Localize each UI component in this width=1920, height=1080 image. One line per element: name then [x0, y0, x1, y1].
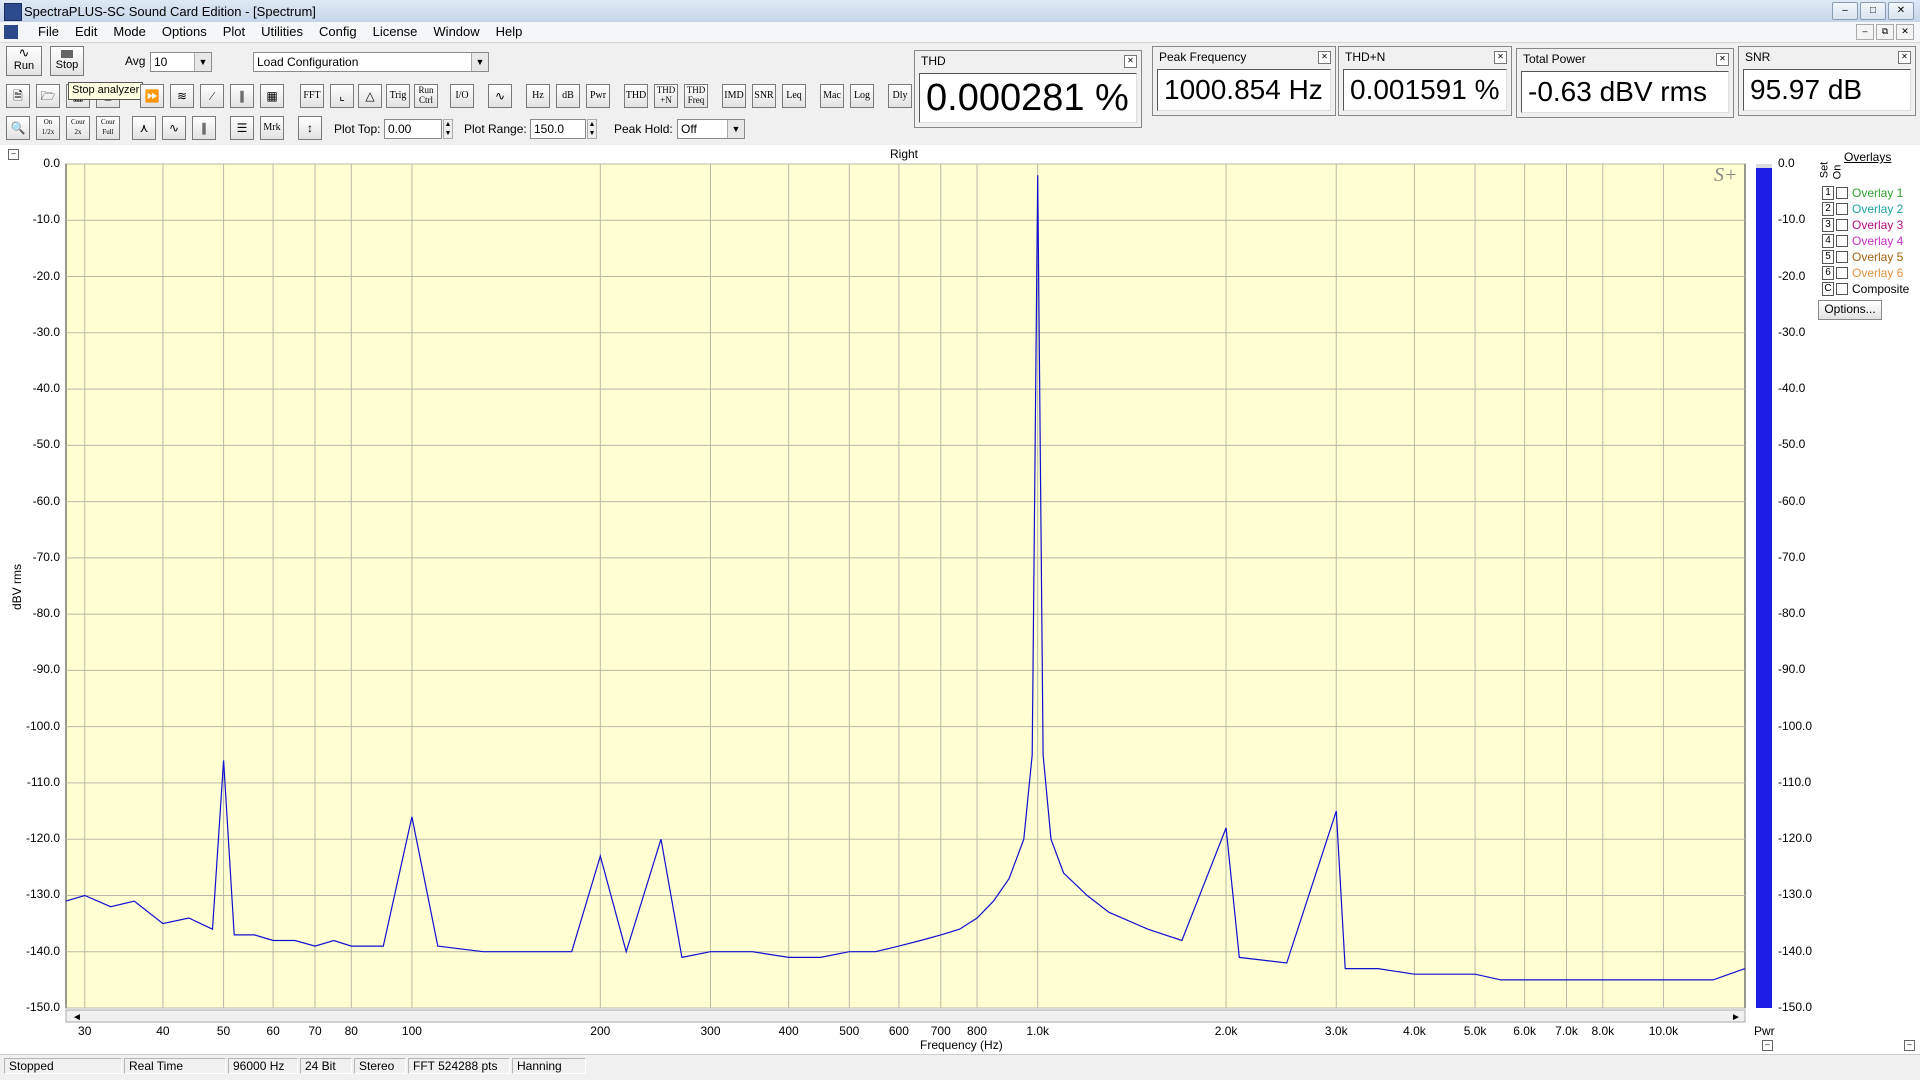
status-mode: Real Time	[124, 1058, 226, 1074]
x-tick-label: 6.0k	[1513, 1024, 1536, 1038]
overlay-checkbox[interactable]	[1836, 283, 1848, 295]
plot-area	[65, 163, 1746, 1009]
x-tick-label: 500	[839, 1024, 860, 1038]
overlay-checkbox[interactable]	[1836, 251, 1848, 263]
x-tick-label: 3.0k	[1324, 1024, 1348, 1038]
y-tick-label-right: -70.0	[1778, 549, 1806, 564]
x-tick-label: 600	[888, 1024, 909, 1038]
y-tick-label: -50.0	[32, 437, 60, 452]
y-tick-label-right: -130.0	[1778, 887, 1813, 902]
overlays-set-header: Set	[1818, 161, 1831, 179]
y-tick-label: -110.0	[26, 774, 60, 789]
scroll-right-icon: ►	[1731, 1012, 1741, 1023]
overlay-set-button[interactable]: 5	[1822, 250, 1834, 264]
y-tick-label-right: -90.0	[1778, 662, 1806, 677]
y-tick-label-right: -10.0	[1778, 212, 1806, 227]
scroll-left-icon: ◄	[72, 1012, 82, 1023]
x-tick-label: 4.0k	[1403, 1024, 1426, 1038]
y-tick-label-right: -50.0	[1778, 437, 1806, 452]
overlays-title: Overlays	[1844, 150, 1892, 164]
y-tick-label-right: -80.0	[1778, 606, 1806, 621]
y-tick-label: -10.0	[32, 212, 60, 227]
y-tick-label: -90.0	[32, 662, 60, 677]
overlay-set-button[interactable]: 1	[1822, 186, 1834, 200]
overlay-set-button[interactable]: 4	[1822, 234, 1834, 248]
power-bar-label: Pwr	[1754, 1024, 1775, 1038]
x-tick-label: 7.0k	[1555, 1024, 1578, 1038]
x-tick-label: 200	[590, 1024, 611, 1038]
y-tick-label: -140.0	[25, 943, 60, 958]
status-bit-depth: 24 Bit	[300, 1058, 352, 1074]
y-tick-label-right: -60.0	[1778, 493, 1806, 508]
overlay-set-button[interactable]: 3	[1822, 218, 1834, 232]
y-tick-label: -80.0	[32, 606, 60, 621]
status-fft-size: FFT 524288 pts	[408, 1058, 510, 1074]
y-tick-label: -100.0	[25, 718, 60, 733]
y-tick-label: -150.0	[25, 1000, 60, 1014]
y-tick-label: -120.0	[25, 831, 60, 846]
overlay-set-button[interactable]: C	[1822, 282, 1834, 296]
overlay-checkbox[interactable]	[1836, 267, 1848, 279]
power-bar-track	[1756, 164, 1772, 1008]
y-tick-label-right: -120.0	[1778, 831, 1813, 846]
y-tick-label-right: -40.0	[1778, 381, 1806, 396]
y-tick-label-right: 0.0	[1778, 156, 1795, 170]
status-run-state: Stopped	[4, 1058, 122, 1074]
overlay-checkbox[interactable]	[1836, 235, 1848, 247]
x-tick-label: 400	[778, 1024, 799, 1038]
y-tick-label: -130.0	[25, 887, 60, 902]
overlay-checkbox[interactable]	[1836, 203, 1848, 215]
y-tick-label-right: -30.0	[1778, 324, 1806, 339]
x-tick-label: 40	[156, 1024, 170, 1038]
overlays-on-header: On	[1831, 164, 1844, 180]
status-bar: Stopped Real Time 96000 Hz 24 Bit Stereo…	[0, 1054, 1920, 1077]
y-tick-label-right: -150.0	[1778, 1000, 1813, 1014]
collapse-icon[interactable]: –	[1762, 1040, 1773, 1051]
x-tick-label: 80	[344, 1024, 358, 1038]
collapse-icon[interactable]: –	[1904, 1040, 1915, 1051]
x-tick-label: 5.0k	[1463, 1024, 1487, 1038]
x-tick-label: 800	[967, 1024, 988, 1038]
y-tick-label-right: -100.0	[1778, 718, 1813, 733]
x-tick-label: 100	[401, 1024, 422, 1038]
y-tick-label: -60.0	[32, 493, 60, 508]
y-tick-label-right: -20.0	[1778, 268, 1806, 283]
x-tick-label: 8.0k	[1591, 1024, 1615, 1038]
overlay-options-button[interactable]: Options...	[1818, 300, 1882, 320]
x-tick-label: 700	[930, 1024, 951, 1038]
overlay-set-button[interactable]: 6	[1822, 266, 1834, 280]
status-window: Hanning	[512, 1058, 586, 1074]
y-tick-label: -30.0	[32, 324, 60, 339]
y-tick-label-right: -110.0	[1778, 774, 1812, 789]
overlay-checkbox[interactable]	[1836, 219, 1848, 231]
y-tick-label-right: -140.0	[1778, 943, 1813, 958]
x-tick-label: 300	[700, 1024, 721, 1038]
x-tick-label: 70	[308, 1024, 322, 1038]
overlay-set-button[interactable]: 2	[1822, 202, 1834, 216]
x-tick-label: 1.0k	[1026, 1024, 1050, 1038]
spectrum-chart[interactable]: ◄ ►	[0, 0, 1920, 1080]
status-channels: Stereo	[354, 1058, 406, 1074]
y-tick-label: -20.0	[32, 268, 60, 283]
x-tick-label: 2.0k	[1214, 1024, 1238, 1038]
x-axis-label: Frequency (Hz)	[920, 1038, 1003, 1052]
x-tick-label: 30	[78, 1024, 92, 1038]
brand-logo: S+	[1714, 164, 1738, 186]
y-tick-label: -40.0	[32, 381, 60, 396]
status-sample-rate: 96000 Hz	[228, 1058, 298, 1074]
x-tick-label: 50	[216, 1024, 231, 1038]
x-tick-label: 60	[266, 1024, 280, 1038]
y-tick-label: -70.0	[32, 549, 60, 564]
overlay-checkbox[interactable]	[1836, 187, 1848, 199]
horizontal-scrollbar	[65, 1009, 1746, 1023]
power-bar-fill	[1756, 167, 1772, 1008]
y-tick-label: 0.0	[43, 156, 60, 170]
x-tick-label: 10.0k	[1648, 1024, 1679, 1038]
